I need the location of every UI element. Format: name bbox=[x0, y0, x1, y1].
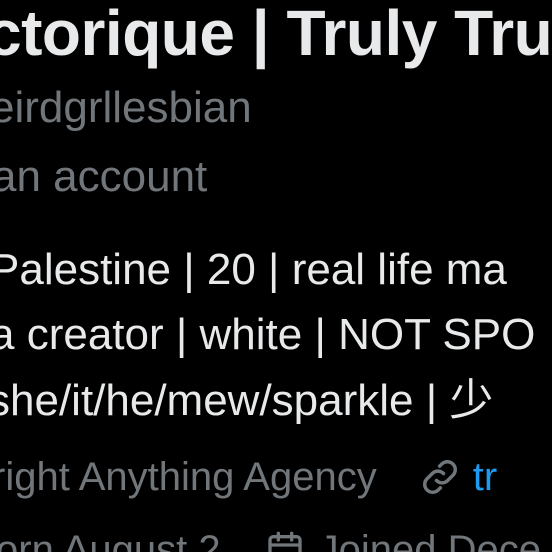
profile-header-crop: ctorique | Truly Tru eirdgrllesbian an a… bbox=[0, 0, 552, 552]
bio-line-2: a creator | white | NOT SPO bbox=[0, 310, 536, 359]
account-label: an account bbox=[0, 152, 208, 201]
display-name: ctorique | Truly Tru bbox=[0, 0, 552, 69]
birth-date-text: orn August 2 bbox=[0, 528, 221, 552]
link-icon bbox=[419, 456, 461, 498]
profile-meta-row-2: orn August 2 Joined Dece bbox=[0, 530, 541, 552]
bio-line-3: she/it/he/mew/sparkle | 少 bbox=[0, 376, 494, 425]
calendar-icon bbox=[265, 530, 305, 552]
bio-line-1: Palestine | 20 | real life ma bbox=[0, 245, 507, 294]
location-text: right Anything Agency bbox=[0, 455, 377, 499]
joined-date-text: Joined Dece bbox=[318, 528, 541, 552]
profile-meta-row: right Anything Agency tr bbox=[0, 456, 497, 498]
user-handle: eirdgrllesbian bbox=[0, 83, 252, 132]
profile-website-link[interactable]: tr bbox=[473, 457, 497, 497]
